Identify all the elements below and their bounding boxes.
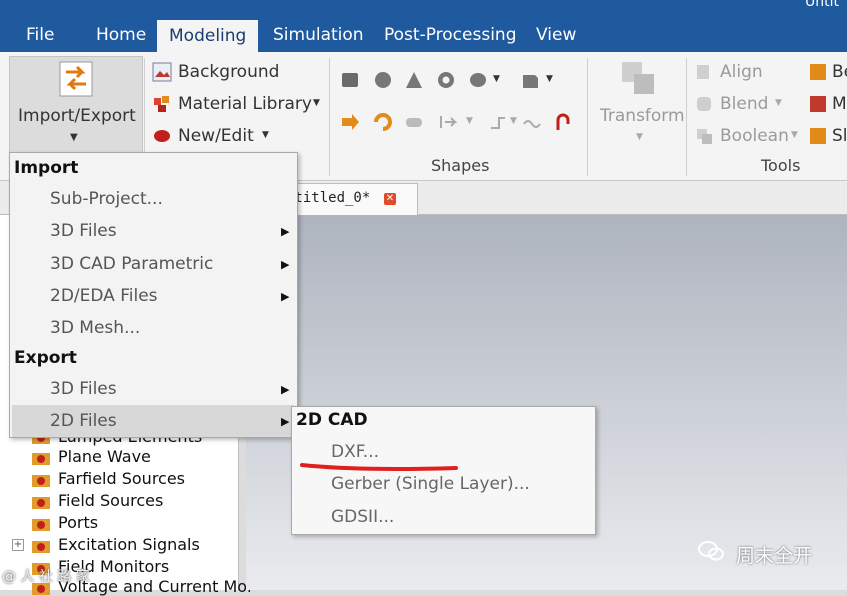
folder-icon — [32, 519, 50, 531]
document-tab-label: ntitled_0* — [286, 190, 371, 206]
divider — [329, 58, 330, 176]
right-col-item-3[interactable]: Sl — [832, 126, 847, 146]
bend-icon[interactable] — [488, 112, 508, 132]
menu-view[interactable]: View — [524, 18, 588, 52]
transform-icon[interactable] — [618, 60, 662, 100]
curve-icon[interactable] — [554, 112, 574, 132]
bend-shape-icon[interactable] — [808, 62, 828, 82]
menu-bar: File Home Modeling Simulation Post-Proce… — [0, 18, 847, 52]
new-edit-icon — [154, 130, 170, 142]
import-export-label: Import/Export — [18, 106, 136, 126]
sphere-icon[interactable] — [373, 70, 393, 90]
rotate-face-icon[interactable] — [373, 112, 393, 132]
chevron-down-icon: ▼ — [70, 132, 78, 143]
chevron-down-icon: ▼ — [262, 130, 269, 140]
extrude-icon[interactable] — [520, 70, 540, 90]
chevron-down-icon: ▼ — [791, 130, 798, 140]
submenu-arrow-icon: ▶ — [281, 258, 290, 271]
align-button[interactable]: Align — [720, 62, 763, 82]
title-bar — [0, 0, 847, 18]
extrude-face-icon[interactable] — [340, 112, 360, 132]
menu-item-dxf[interactable]: DXF... — [331, 442, 379, 462]
blend-button[interactable]: Blend — [720, 94, 768, 114]
folder-icon — [32, 453, 50, 465]
menu-item-3d-mesh[interactable]: 3D Mesh... — [50, 318, 140, 338]
chevron-down-icon: ▼ — [493, 74, 500, 84]
cone-icon[interactable] — [404, 70, 424, 90]
submenu-header-2d-cad: 2D CAD — [296, 410, 368, 430]
close-icon[interactable]: ✕ — [384, 193, 396, 205]
menu-post-processing[interactable]: Post-Processing — [372, 18, 528, 52]
chevron-down-icon: ▼ — [313, 98, 320, 108]
mirror-icon[interactable] — [808, 94, 828, 114]
submenu-arrow-icon: ▶ — [281, 290, 290, 303]
material-library-button[interactable]: Material Library — [178, 94, 312, 114]
boolean-icon[interactable] — [694, 126, 714, 146]
chevron-down-icon: ▼ — [546, 74, 553, 84]
chevron-down-icon: ▼ — [466, 116, 473, 126]
chevron-down-icon: ▼ — [775, 98, 782, 108]
material-library-icon — [154, 96, 169, 112]
menu-item-import-3d-files[interactable]: 3D Files — [50, 221, 117, 241]
chevron-down-icon: ▼ — [510, 116, 517, 126]
menu-modeling[interactable]: Modeling — [157, 20, 259, 52]
submenu-arrow-icon: ▶ — [281, 383, 290, 396]
divider — [686, 58, 687, 176]
watermark-left-text: @ 人 社 路 家 — [2, 569, 90, 585]
import-section-header: Import — [14, 158, 79, 178]
wire-icon[interactable] — [522, 112, 542, 132]
divider — [587, 58, 588, 176]
submenu-arrow-icon: ▶ — [281, 415, 290, 428]
boolean-button[interactable]: Boolean — [720, 126, 789, 146]
menu-file[interactable]: File — [14, 18, 66, 52]
tree-item-plane-wave[interactable]: Plane Wave — [58, 447, 151, 466]
folder-icon — [32, 475, 50, 487]
right-col-item-2[interactable]: M — [832, 94, 847, 114]
transform-button[interactable]: Transform — [600, 106, 685, 126]
tools-group-label: Tools — [761, 156, 801, 175]
background-button[interactable]: Background — [178, 62, 279, 82]
menu-item-sub-project[interactable]: Sub-Project... — [50, 189, 163, 209]
tree-item-field-sources[interactable]: Field Sources — [58, 491, 163, 510]
expand-icon[interactable]: + — [12, 539, 24, 551]
import-export-icon — [59, 61, 93, 97]
shell-icon[interactable] — [438, 112, 458, 132]
tree-item-ports[interactable]: Ports — [58, 513, 98, 532]
menu-home[interactable]: Home — [84, 18, 158, 52]
watermark-text: 周末全开 — [736, 545, 813, 567]
brick-icon[interactable] — [340, 70, 360, 90]
menu-item-gdsii[interactable]: GDSII... — [331, 507, 394, 527]
folder-icon — [32, 541, 50, 553]
new-edit-button[interactable]: New/Edit — [178, 126, 254, 146]
window-title: Untit — [805, 0, 839, 10]
torus-icon[interactable] — [436, 70, 456, 90]
submenu-arrow-icon: ▶ — [281, 225, 290, 238]
menu-simulation[interactable]: Simulation — [261, 18, 376, 52]
menu-item-2d-eda-files[interactable]: 2D/EDA Files — [50, 286, 158, 306]
right-col-item-1[interactable]: Be — [832, 62, 847, 82]
folder-icon — [32, 497, 50, 509]
shape-icon[interactable] — [808, 126, 828, 146]
loft-icon[interactable] — [404, 112, 424, 132]
menu-item-export-2d-files[interactable]: 2D Files — [50, 411, 117, 431]
cylinder-icon[interactable] — [468, 70, 488, 90]
tree-item-farfield-sources[interactable]: Farfield Sources — [58, 469, 185, 488]
blend-icon[interactable] — [694, 94, 714, 114]
wechat-icon — [698, 541, 724, 561]
menu-item-export-3d-files[interactable]: 3D Files — [50, 379, 117, 399]
background-icon — [152, 62, 172, 82]
red-underline-annotation — [300, 463, 458, 471]
chevron-down-icon: ▼ — [636, 132, 643, 142]
menu-item-3d-cad-parametric[interactable]: 3D CAD Parametric — [50, 254, 213, 274]
menu-item-gerber[interactable]: Gerber (Single Layer)... — [331, 474, 530, 494]
align-icon[interactable] — [694, 62, 714, 82]
export-section-header: Export — [14, 348, 77, 368]
shapes-group-label: Shapes — [431, 156, 490, 175]
tree-item-excitation-signals[interactable]: Excitation Signals — [58, 535, 200, 554]
